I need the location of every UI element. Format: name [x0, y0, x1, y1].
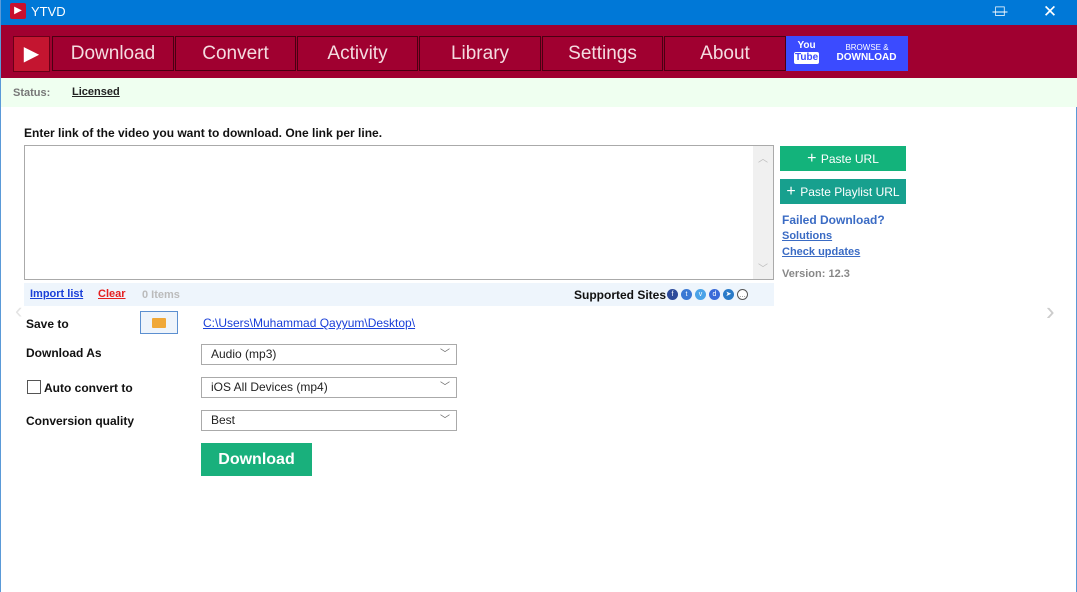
tab-download[interactable]: Download [52, 36, 174, 71]
paste-playlist-url-button[interactable]: + Paste Playlist URL [780, 179, 906, 204]
facebook-icon[interactable]: f [667, 288, 678, 300]
browse-download-button[interactable]: You Tube BROWSE & DOWNLOAD [786, 36, 908, 71]
tab-library[interactable]: Library [419, 36, 541, 71]
solutions-link[interactable]: Solutions [782, 230, 832, 242]
tab-convert[interactable]: Convert [175, 36, 296, 71]
maximize-button[interactable]: ☐ [977, 0, 1023, 25]
auto-convert-select[interactable]: iOS All Devices (mp4) ﹀ [201, 377, 457, 398]
list-toolbar: Import list Clear 0 Items Supported Site… [24, 283, 774, 306]
auto-convert-label: Auto convert to [44, 381, 133, 395]
conversion-quality-label: Conversion quality [26, 414, 135, 428]
supported-sites-label: Supported Sites [574, 288, 667, 302]
license-status[interactable]: Licensed [72, 86, 120, 98]
chevron-down-icon: ﹀ [440, 349, 450, 360]
status-label: Status: [13, 87, 51, 99]
tab-about[interactable]: About [664, 36, 786, 71]
close-button[interactable]: ✕ [1027, 0, 1073, 25]
download-as-label: Download As [26, 346, 102, 360]
title-bar: ▶ YTVD — [1, 0, 1077, 25]
save-to-label: Save to [26, 317, 69, 331]
plus-icon: + [807, 150, 821, 167]
youtube-icon: You Tube [794, 40, 820, 64]
conversion-quality-select[interactable]: Best ﹀ [201, 410, 457, 431]
telegram-icon[interactable]: ➤ [723, 288, 734, 300]
download-button[interactable]: Download [201, 443, 312, 476]
promo-line2: DOWNLOAD [836, 52, 897, 63]
app-logo: ▶ [13, 36, 50, 72]
textarea-scrollbar[interactable]: ︿ ﹀ [753, 146, 773, 279]
plus-icon: + [786, 183, 801, 200]
check-updates-link[interactable]: Check updates [782, 246, 860, 258]
chevron-down-icon: ﹀ [440, 382, 450, 393]
failed-download-label: Failed Download? [782, 213, 885, 227]
item-count: 0 Items [142, 289, 180, 301]
download-as-select[interactable]: Audio (mp3) ﹀ [201, 344, 457, 365]
dailymotion-icon[interactable]: d [709, 288, 720, 300]
save-path-link[interactable]: C:\Users\Muhammad Qayyum\Desktop\ [203, 316, 415, 330]
tab-activity[interactable]: Activity [297, 36, 418, 71]
chevron-down-icon: ﹀ [440, 415, 450, 426]
app-icon: ▶ [10, 3, 26, 19]
import-list-link[interactable]: Import list [30, 288, 83, 300]
folder-icon [152, 318, 166, 328]
link-instruction: Enter link of the video you want to down… [24, 126, 383, 140]
window-title: YTVD [31, 4, 66, 19]
paste-url-button[interactable]: + Paste URL [780, 146, 906, 171]
more-icon[interactable]: … [737, 288, 748, 300]
auto-convert-checkbox[interactable] [27, 380, 41, 394]
status-bar: Status: Licensed [1, 78, 1077, 107]
browse-folder-button[interactable] [140, 311, 178, 334]
vimeo-icon[interactable]: v [695, 288, 706, 300]
tab-settings[interactable]: Settings [542, 36, 663, 71]
chevron-left-icon[interactable]: ‹ [15, 298, 22, 324]
promo-line1: BROWSE & [845, 43, 889, 52]
twitter-icon[interactable]: t [681, 288, 692, 300]
chevron-right-icon[interactable]: › [1046, 296, 1055, 327]
clear-link[interactable]: Clear [98, 288, 126, 300]
url-textarea[interactable]: ︿ ﹀ [24, 145, 774, 280]
version-label: Version: 12.3 [782, 268, 850, 280]
